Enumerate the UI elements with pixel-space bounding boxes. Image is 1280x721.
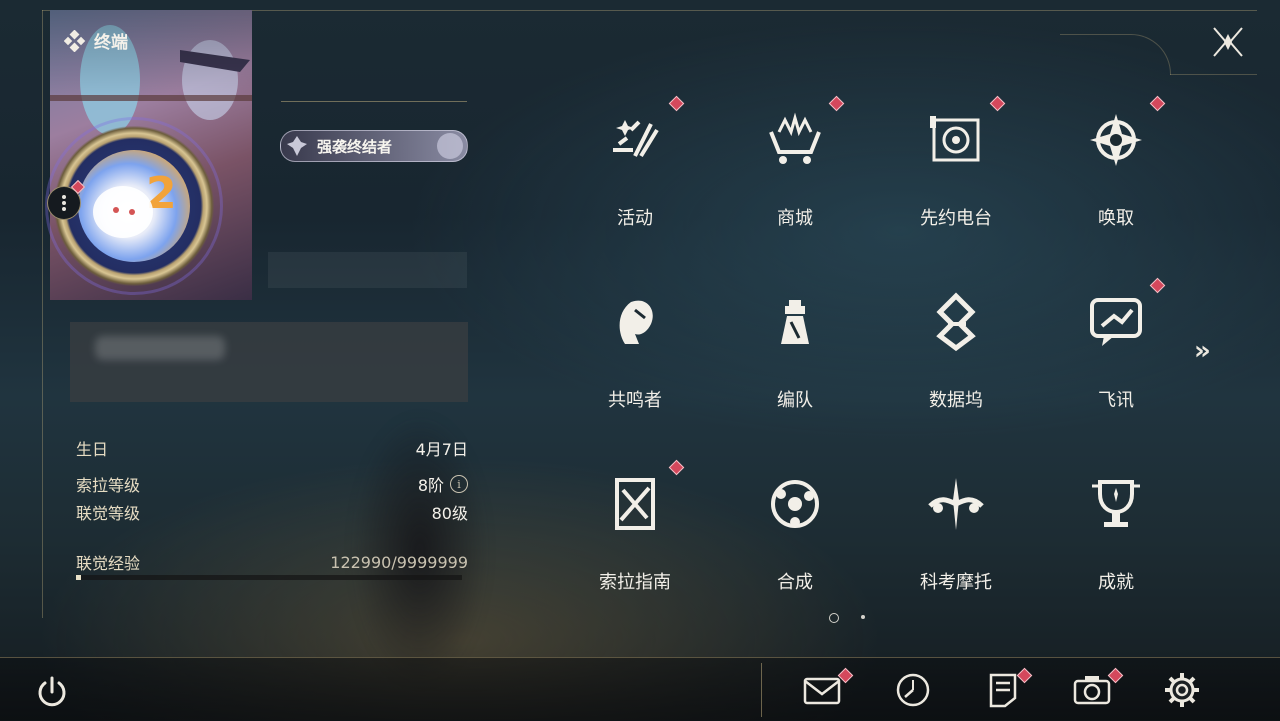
menu-item-resonator[interactable]: 共鸣者 <box>575 292 695 452</box>
menu-item-label: 合成 <box>777 572 813 593</box>
stat-label: 生日 <box>76 440 109 459</box>
next-page-button[interactable]: » <box>1194 336 1211 366</box>
stat-value: 122990/9999999 <box>330 552 468 572</box>
page-indicator-1[interactable] <box>829 613 839 623</box>
title-badge[interactable]: 强袭终结者 <box>280 130 468 162</box>
menu-item-synthesis[interactable]: 合成 <box>735 474 855 634</box>
menu-item-label: 编队 <box>777 390 813 411</box>
divider <box>761 663 762 717</box>
power-button[interactable] <box>32 672 72 712</box>
radio-icon <box>930 116 980 162</box>
player-name-blurred <box>95 336 225 360</box>
stat-label: 索拉等级 <box>76 476 141 495</box>
menu-item-message[interactable]: 飞讯 <box>1056 277 1176 452</box>
power-icon <box>38 676 66 707</box>
stat-label: 联觉等级 <box>76 504 141 523</box>
notification-badge <box>989 95 1006 112</box>
resonator-icon <box>619 300 653 344</box>
notification-badge <box>1149 277 1166 294</box>
menu-item-label: 先约电台 <box>920 208 992 229</box>
signature-placeholder <box>268 252 467 288</box>
notification-badge <box>668 459 685 476</box>
frame-line <box>1060 34 1171 75</box>
camera-button[interactable] <box>1072 667 1124 710</box>
stat-birthday: 生日 4月7日 <box>76 436 468 460</box>
stat-value: 4月7日 <box>415 440 468 459</box>
menu-item-motorcycle[interactable]: 科考摩托 <box>896 474 1016 634</box>
shop-icon <box>769 112 821 164</box>
motorcycle-icon <box>928 478 984 530</box>
data-bank-icon <box>936 292 976 352</box>
synthesis-icon <box>771 480 819 528</box>
avatar-image: 2 <box>78 150 190 262</box>
stat-sol-rank: 索拉等级 8阶 i <box>76 472 468 496</box>
message-icon <box>1090 298 1142 346</box>
terminal-title: 终端 <box>64 28 128 53</box>
guidebook-icon <box>615 478 655 530</box>
camera-icon <box>1073 676 1111 705</box>
menu-item-team[interactable]: 编队 <box>735 292 855 452</box>
menu-item-label: 共鸣者 <box>608 390 662 411</box>
menu-item-label: 成就 <box>1098 572 1134 593</box>
stat-value: 80级 <box>431 504 468 523</box>
achievement-icon <box>1092 480 1140 527</box>
notification-badge <box>1149 95 1166 112</box>
close-icon <box>1213 27 1243 57</box>
history-button[interactable] <box>893 670 933 710</box>
notification-badge <box>828 95 845 112</box>
menu-item-convene[interactable]: 唤取 <box>1056 95 1176 270</box>
menu-item-label: 商城 <box>777 208 813 229</box>
stat-value: 8阶 <box>417 476 444 495</box>
menu-item-activity[interactable]: 活动 <box>575 95 695 270</box>
close-button[interactable] <box>1210 24 1246 60</box>
clock-icon <box>896 673 930 707</box>
terminal-icon <box>64 29 86 52</box>
title-badge-label: 强袭终结者 <box>317 137 393 156</box>
chevron-right-icon: » <box>1194 336 1211 366</box>
stat-value-wrap: 8阶 i <box>418 472 468 496</box>
terminal-title-label: 终端 <box>94 33 128 53</box>
menu-item-label: 科考摩托 <box>920 572 992 593</box>
divider <box>281 101 467 102</box>
settings-button[interactable] <box>1162 670 1202 710</box>
exp-progress-fill <box>76 575 81 580</box>
team-icon <box>781 300 809 344</box>
more-icon <box>62 195 66 211</box>
frame-line <box>42 10 43 618</box>
info-icon[interactable]: i <box>450 475 468 493</box>
menu-item-label: 唤取 <box>1098 208 1134 229</box>
player-name-card <box>70 322 468 402</box>
menu-item-label: 飞讯 <box>1098 390 1134 411</box>
stat-label: 联觉经验 <box>76 554 141 573</box>
menu-item-achievement[interactable]: 成就 <box>1056 474 1176 634</box>
stat-union-level: 联觉等级 80级 <box>76 500 468 524</box>
menu-item-shop[interactable]: 商城 <box>735 95 855 270</box>
mail-icon <box>803 677 841 705</box>
settings-icon <box>1165 673 1199 707</box>
page-indicator-2[interactable] <box>861 615 865 619</box>
menu-item-radio[interactable]: 先约电台 <box>896 95 1016 270</box>
menu-item-label: 索拉指南 <box>599 572 671 593</box>
stat-union-exp: 联觉经验 122990/9999999 <box>76 550 468 574</box>
menu-item-data-bank[interactable]: 数据坞 <box>896 292 1016 452</box>
frame-line <box>1170 74 1257 75</box>
notification-badge <box>668 95 685 112</box>
exp-progress-bar <box>76 575 462 580</box>
mail-button[interactable] <box>802 667 854 710</box>
title-emblem-icon <box>287 136 307 156</box>
menu-item-label: 数据坞 <box>929 390 983 411</box>
menu-item-guidebook[interactable]: 索拉指南 <box>575 459 695 634</box>
notice-button[interactable] <box>983 667 1033 710</box>
title-seal-icon <box>437 133 463 159</box>
convene-icon <box>1090 114 1142 166</box>
menu-item-label: 活动 <box>617 208 653 229</box>
activity-icon <box>613 120 659 158</box>
